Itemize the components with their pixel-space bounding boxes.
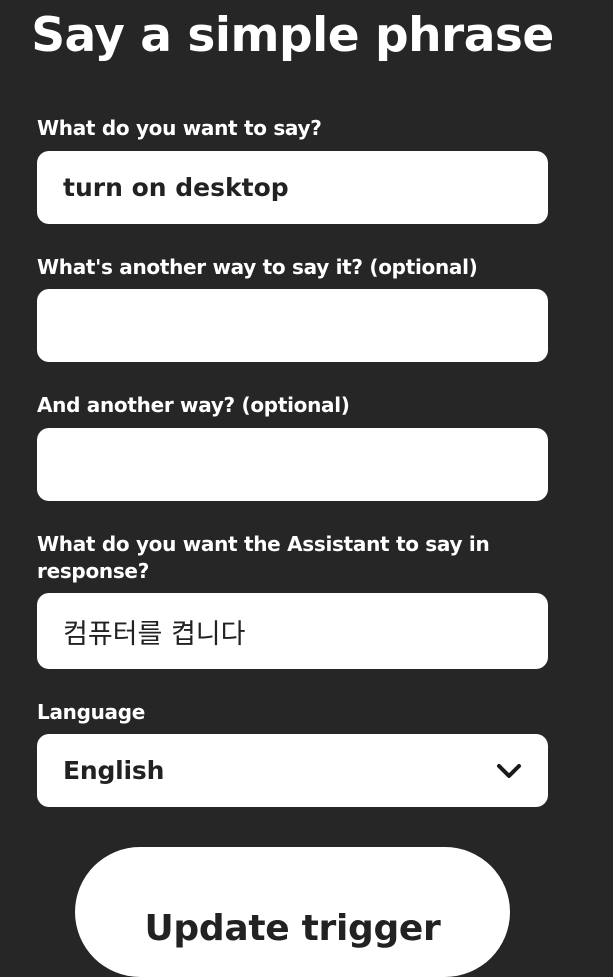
alt-phrase-2-field[interactable] — [37, 428, 548, 501]
language-label: Language — [37, 700, 146, 724]
alt-phrase-2-input[interactable] — [63, 450, 522, 479]
response-label: What do you want the Assistant to say in… — [37, 532, 490, 583]
alt-phrase-1-field[interactable] — [37, 289, 548, 362]
phrase-input[interactable] — [63, 173, 522, 202]
alt-phrase-2-label: And another way? (optional) — [37, 393, 350, 417]
phrase-label: What do you want to say? — [37, 116, 322, 140]
chevron-down-icon — [496, 762, 522, 780]
alt-phrase-1-label: What's another way to say it? (optional) — [37, 255, 478, 279]
page-title: Say a simple phrase — [31, 8, 554, 63]
phrase-field[interactable] — [37, 151, 548, 224]
alt-phrase-1-input[interactable] — [63, 311, 522, 340]
language-select[interactable]: English — [37, 734, 548, 807]
response-input[interactable] — [63, 615, 522, 647]
update-trigger-button[interactable]: Update trigger — [75, 847, 510, 977]
response-field[interactable] — [37, 593, 548, 669]
language-selected-value: English — [63, 756, 165, 785]
